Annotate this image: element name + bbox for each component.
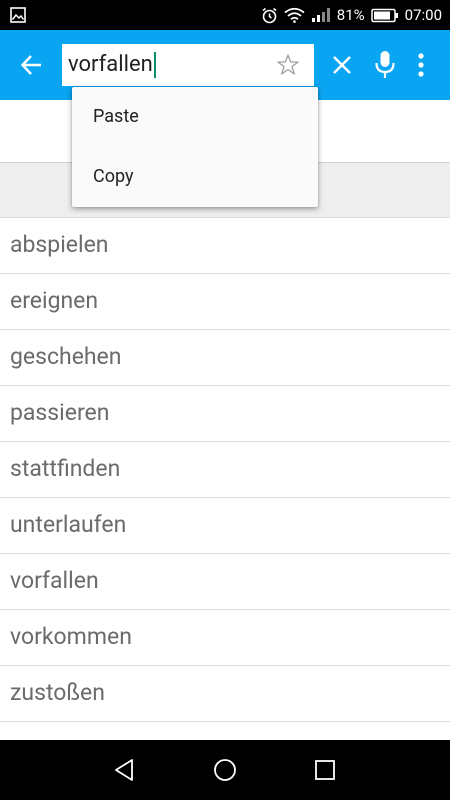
signal-icon bbox=[311, 7, 331, 23]
status-bar: 81% 07:00 bbox=[0, 0, 450, 30]
battery-percent: 81% bbox=[336, 6, 365, 24]
more-vert-icon[interactable] bbox=[414, 52, 428, 78]
list-item-label: zustoßen bbox=[10, 679, 105, 706]
list-item-label: passieren bbox=[10, 399, 110, 426]
nav-back-icon[interactable] bbox=[112, 757, 138, 783]
alarm-icon bbox=[261, 7, 278, 24]
list-item[interactable]: unterlaufen bbox=[0, 498, 450, 554]
battery-icon bbox=[370, 8, 399, 23]
list-item-label: ereignen bbox=[10, 287, 99, 314]
list-item[interactable]: passieren bbox=[0, 386, 450, 442]
paste-menu-item[interactable]: Paste bbox=[72, 87, 318, 147]
text-cursor bbox=[153, 52, 156, 78]
text-context-menu: Paste Copy bbox=[72, 87, 318, 207]
copy-menu-item[interactable]: Copy bbox=[72, 147, 318, 207]
search-input-value: vorfallen bbox=[68, 52, 153, 77]
wifi-icon bbox=[284, 7, 305, 23]
nav-home-icon[interactable] bbox=[212, 757, 238, 783]
gallery-icon bbox=[10, 7, 26, 23]
list-item[interactable]: stattfinden bbox=[0, 442, 450, 498]
list-item-label: geschehen bbox=[10, 343, 122, 370]
list-item[interactable]: abspielen bbox=[0, 218, 450, 274]
copy-menu-label: Copy bbox=[93, 166, 134, 187]
close-icon[interactable] bbox=[330, 53, 354, 77]
synonym-list: abspielen ereignen geschehen passieren s… bbox=[0, 218, 450, 722]
list-item[interactable]: vorkommen bbox=[0, 610, 450, 666]
list-item[interactable]: geschehen bbox=[0, 330, 450, 386]
system-nav-bar bbox=[0, 740, 450, 800]
back-arrow-icon[interactable] bbox=[18, 51, 46, 79]
search-input[interactable]: vorfallen bbox=[62, 44, 314, 86]
nav-recents-icon[interactable] bbox=[312, 757, 338, 783]
list-item-label: stattfinden bbox=[10, 455, 121, 482]
list-item[interactable]: vorfallen bbox=[0, 554, 450, 610]
list-item[interactable]: zustoßen bbox=[0, 666, 450, 722]
list-item-label: unterlaufen bbox=[10, 511, 127, 538]
list-item-label: abspielen bbox=[10, 231, 109, 258]
status-icons: 81% 07:00 bbox=[261, 0, 442, 30]
paste-menu-label: Paste bbox=[93, 106, 139, 127]
list-item[interactable]: ereignen bbox=[0, 274, 450, 330]
microphone-icon[interactable] bbox=[373, 50, 397, 80]
star-outline-icon[interactable] bbox=[276, 53, 300, 77]
list-item-label: vorfallen bbox=[10, 567, 99, 594]
clock: 07:00 bbox=[404, 6, 442, 24]
list-item-label: vorkommen bbox=[10, 623, 132, 650]
